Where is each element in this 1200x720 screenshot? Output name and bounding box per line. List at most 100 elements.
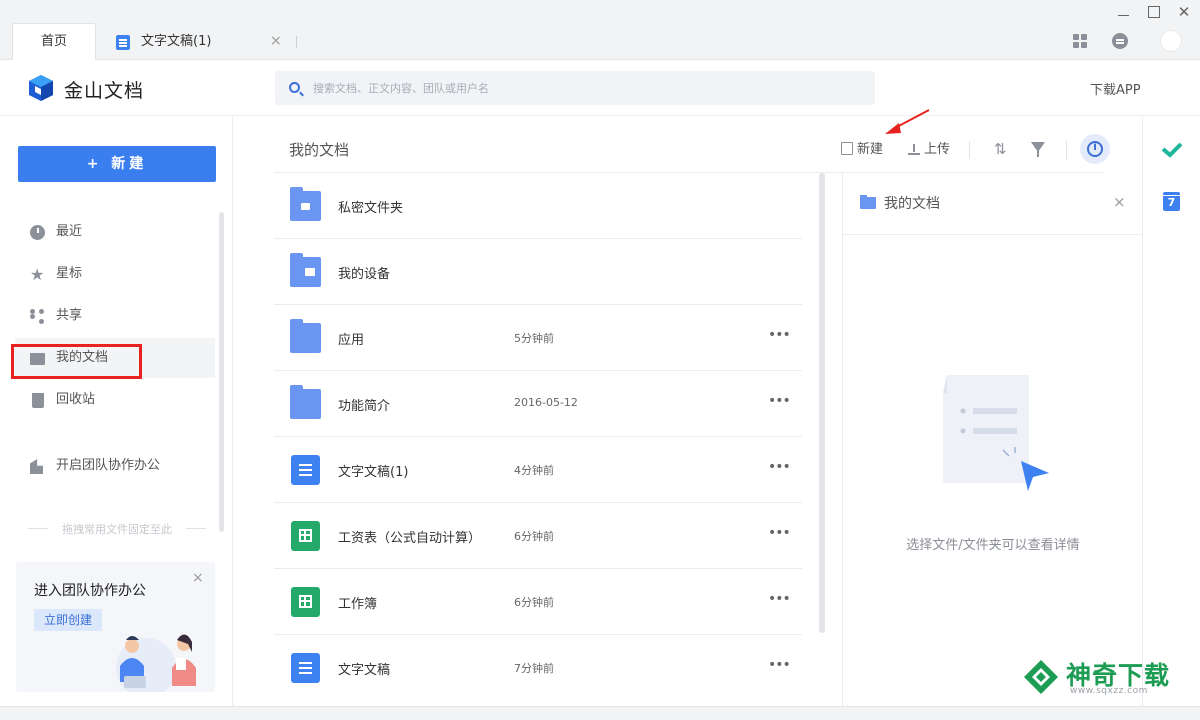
filter-icon[interactable]	[1031, 142, 1045, 157]
sidebar-item-starred[interactable]: ★ 星标	[15, 254, 215, 294]
document-icon	[291, 455, 320, 485]
calendar-icon[interactable]: 7	[1163, 192, 1180, 211]
file-name: 应用	[338, 333, 365, 348]
list-item[interactable]: 应用 5分钟前 •••	[274, 305, 802, 371]
close-window-icon[interactable]: ✕	[1175, 3, 1193, 21]
sidebar-item-recent[interactable]: 最近	[15, 212, 215, 252]
search-bar[interactable]	[275, 71, 875, 105]
red-arrow-annotation-icon	[885, 109, 930, 134]
file-name: 文字文稿(1)	[338, 465, 409, 480]
more-icon[interactable]: •••	[768, 591, 791, 607]
create-team-button[interactable]: 立即创建	[34, 609, 102, 631]
folder-icon	[290, 385, 321, 419]
more-icon[interactable]: •••	[768, 525, 791, 541]
pin-hint: 拖拽常用文件固定至此	[28, 521, 206, 537]
device-folder-icon	[290, 253, 321, 287]
empty-document-illustration-icon	[943, 375, 1049, 491]
list-item[interactable]: 功能简介 2016-05-12 •••	[274, 371, 802, 437]
tab-close-icon[interactable]: ×	[270, 23, 282, 60]
right-rail: 7	[1142, 117, 1200, 707]
page-title: 我的文档	[289, 141, 350, 159]
highlight-annotation-box	[11, 344, 142, 379]
list-item[interactable]: 文字文稿 7分钟前 •••	[274, 635, 802, 701]
upload-icon	[908, 142, 920, 155]
detail-close-icon[interactable]: ×	[1113, 193, 1126, 211]
list-item[interactable]: 我的设备	[274, 239, 802, 305]
document-icon	[291, 653, 320, 683]
avatar[interactable]	[1160, 30, 1182, 52]
file-modified-time: 2016-05-12	[514, 396, 578, 409]
watermark: 神奇下载 www.sqxzz.com	[1018, 650, 1198, 710]
team-illustration-icon	[116, 634, 196, 692]
file-name: 文字文稿	[338, 663, 391, 678]
tab-home[interactable]: 首页	[12, 23, 96, 60]
new-file-button[interactable]: 新建	[841, 141, 883, 159]
file-name: 私密文件夹	[338, 201, 404, 216]
list-item[interactable]: 工作簿 6分钟前 •••	[274, 569, 802, 635]
main-content: 我的文档 新建 上传 ⇅ 私密文件夹 我的设备 应用 5分钟前 ••• 功能简介	[234, 109, 1143, 707]
task-check-icon[interactable]	[1161, 141, 1183, 159]
more-icon[interactable]: •••	[768, 657, 791, 673]
file-list-scrollbar[interactable]	[819, 173, 825, 633]
file-list: 私密文件夹 我的设备 应用 5分钟前 ••• 功能简介 2016-05-12 •…	[274, 173, 802, 701]
empty-state-text: 选择文件/文件夹可以查看详情	[906, 538, 1080, 553]
sidebar-scrollbar[interactable]	[219, 212, 224, 532]
sidebar-item-label: 开启团队协作办公	[56, 458, 161, 473]
spreadsheet-icon	[291, 521, 320, 551]
search-input[interactable]	[313, 71, 853, 105]
list-item[interactable]: 文字文稿(1) 4分钟前 •••	[274, 437, 802, 503]
sidebar-item-team[interactable]: 开启团队协作办公	[15, 446, 215, 486]
folder-icon	[290, 319, 321, 353]
more-icon[interactable]: •••	[768, 327, 791, 343]
share-icon	[30, 309, 45, 324]
file-modified-time: 4分钟前	[514, 464, 554, 477]
star-icon: ★	[30, 265, 45, 284]
folder-icon	[860, 195, 876, 209]
apps-grid-icon[interactable]	[1073, 34, 1087, 48]
detail-panel: 我的文档 × 选择文件/文件夹可以查看详情	[842, 173, 1143, 707]
sidebar-item-label: 星标	[56, 266, 83, 281]
toolbar-divider	[969, 141, 970, 159]
sidebar-item-label: 回收站	[56, 392, 96, 407]
private-folder-icon	[290, 187, 321, 221]
promo-title: 进入团队协作办公	[34, 583, 146, 599]
trash-icon	[32, 393, 44, 408]
file-name: 我的设备	[338, 267, 391, 282]
file-name: 功能简介	[338, 399, 391, 414]
sort-icon[interactable]: ⇅	[994, 141, 1008, 157]
list-item[interactable]: 工资表（公式自动计算） 6分钟前 •••	[274, 503, 802, 569]
watermark-logo-icon	[1024, 660, 1058, 694]
search-icon	[289, 82, 300, 93]
app-header: 金山文档 下载APP	[0, 60, 1200, 116]
new-file-icon	[841, 142, 853, 155]
file-modified-time: 6分钟前	[514, 596, 554, 609]
more-icon[interactable]: •••	[768, 459, 791, 475]
download-app-link[interactable]: 下载APP	[1090, 79, 1141, 98]
info-icon[interactable]	[1080, 134, 1110, 164]
tab-divider	[296, 36, 297, 48]
list-item[interactable]: 私密文件夹	[274, 173, 802, 239]
tab-document[interactable]: 文字文稿(1) ×	[104, 23, 300, 60]
sidebar-item-label: 共享	[56, 308, 83, 323]
title-bar: 首页 文字文稿(1) × ✕	[0, 0, 1200, 60]
file-modified-time: 5分钟前	[514, 332, 554, 345]
sidebar-item-trash[interactable]: 回收站	[15, 380, 215, 420]
upload-button[interactable]: 上传	[908, 141, 950, 159]
minimize-icon[interactable]	[1115, 3, 1133, 21]
promo-close-icon[interactable]: ×	[192, 570, 204, 586]
detail-title: 我的文档	[884, 196, 940, 212]
document-icon	[116, 35, 130, 50]
detail-header: 我的文档 ×	[843, 173, 1143, 235]
team-building-icon	[30, 459, 43, 474]
app-name: 金山文档	[64, 80, 145, 102]
spreadsheet-icon	[291, 587, 320, 617]
new-button[interactable]: + 新建	[18, 146, 216, 182]
message-icon[interactable]	[1112, 33, 1128, 49]
sidebar-item-shared[interactable]: 共享	[15, 296, 215, 336]
maximize-icon[interactable]	[1145, 3, 1163, 21]
file-name: 工作簿	[338, 597, 378, 612]
sidebar-item-label: 最近	[56, 224, 83, 239]
more-icon[interactable]: •••	[768, 393, 791, 409]
kingsoft-docs-logo-icon	[29, 75, 53, 101]
file-modified-time: 7分钟前	[514, 662, 554, 675]
